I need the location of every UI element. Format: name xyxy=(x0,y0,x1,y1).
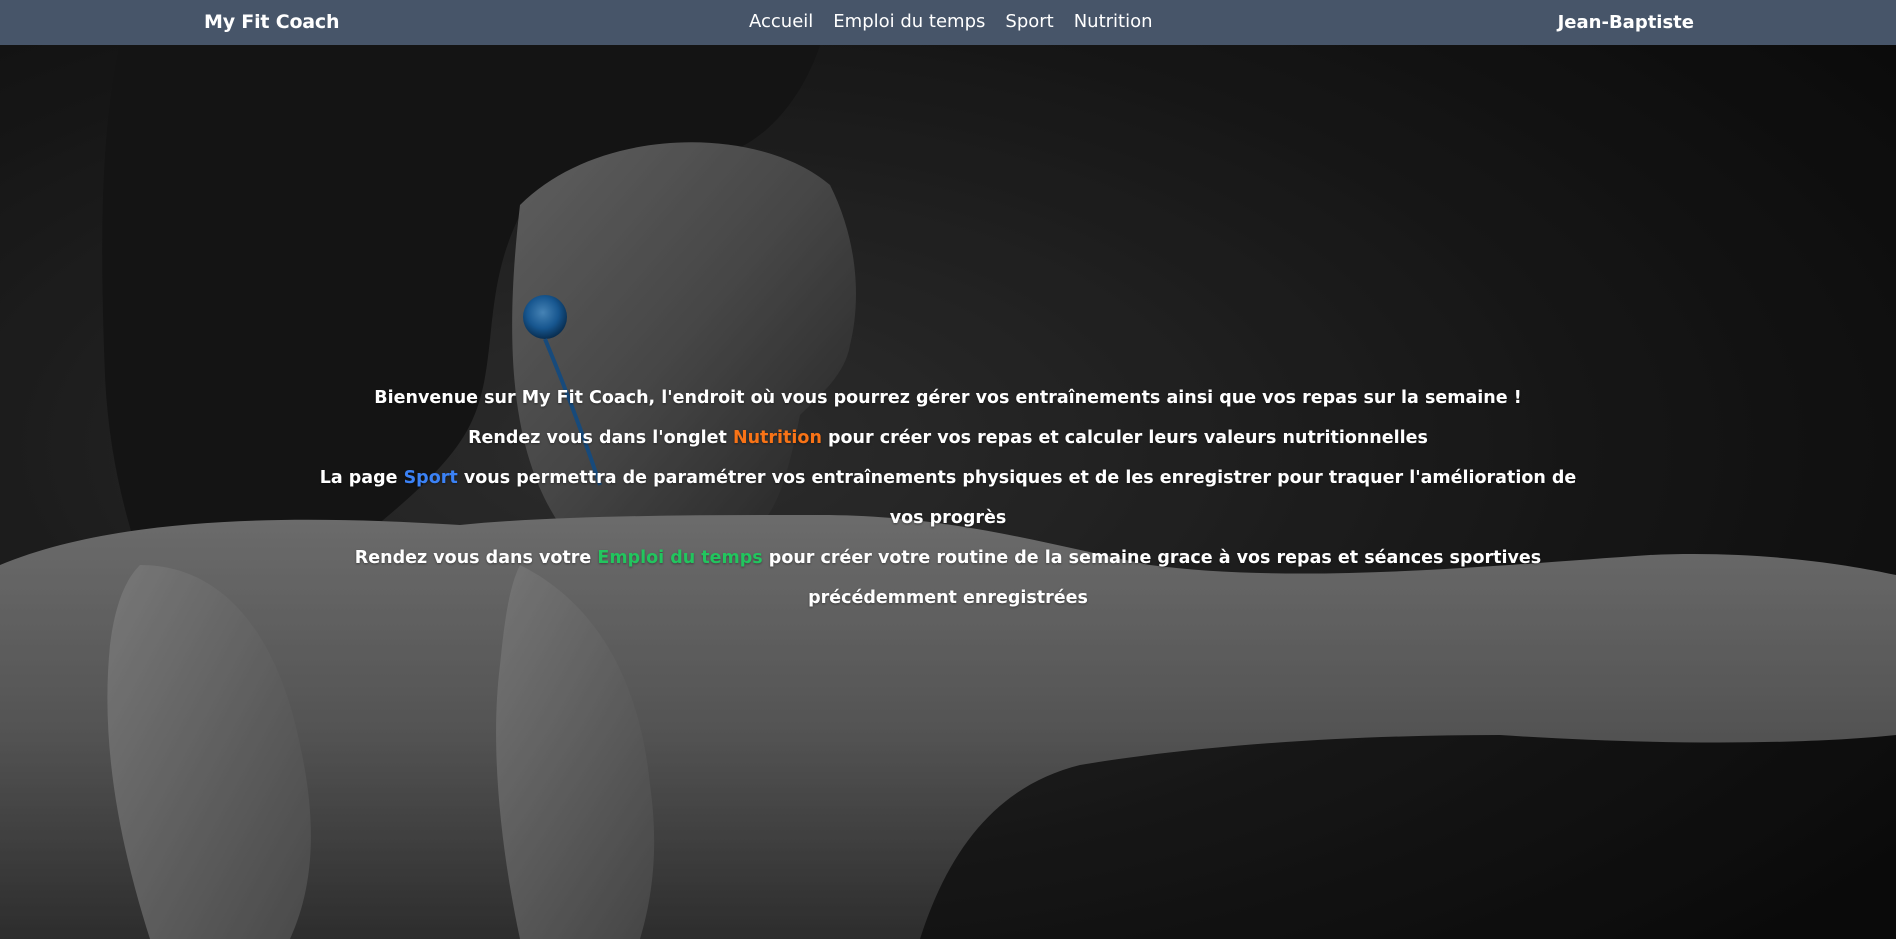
welcome-line: Bienvenue sur My Fit Coach, l'endroit où… xyxy=(374,388,1522,408)
user-name[interactable]: Jean-Baptiste xyxy=(1558,12,1694,33)
nav-link-sport[interactable]: Sport xyxy=(1005,11,1053,32)
nutrition-link[interactable]: Nutrition xyxy=(733,428,822,448)
emploi-du-temps-link[interactable]: Emploi du temps xyxy=(597,548,762,568)
top-navbar: My Fit Coach Accueil Emploi du temps Spo… xyxy=(0,0,1896,45)
welcome-text: Bienvenue sur My Fit Coach, l'endroit où… xyxy=(300,378,1596,618)
nav-link-emploi-du-temps[interactable]: Emploi du temps xyxy=(833,11,985,32)
hero-section: Bienvenue sur My Fit Coach, l'endroit où… xyxy=(0,45,1896,939)
sport-line: La page Sport vous permettra de paramétr… xyxy=(319,468,1577,528)
main-nav: Accueil Emploi du temps Sport Nutrition xyxy=(749,11,1153,32)
emploi-line: Rendez vous dans votre Emploi du temps p… xyxy=(354,548,1542,608)
sport-link[interactable]: Sport xyxy=(404,468,458,488)
nav-link-nutrition[interactable]: Nutrition xyxy=(1074,11,1153,32)
nav-link-accueil[interactable]: Accueil xyxy=(749,11,813,32)
brand-logo[interactable]: My Fit Coach xyxy=(204,11,340,33)
nutrition-line: Rendez vous dans l'onglet Nutrition pour… xyxy=(468,428,1428,448)
